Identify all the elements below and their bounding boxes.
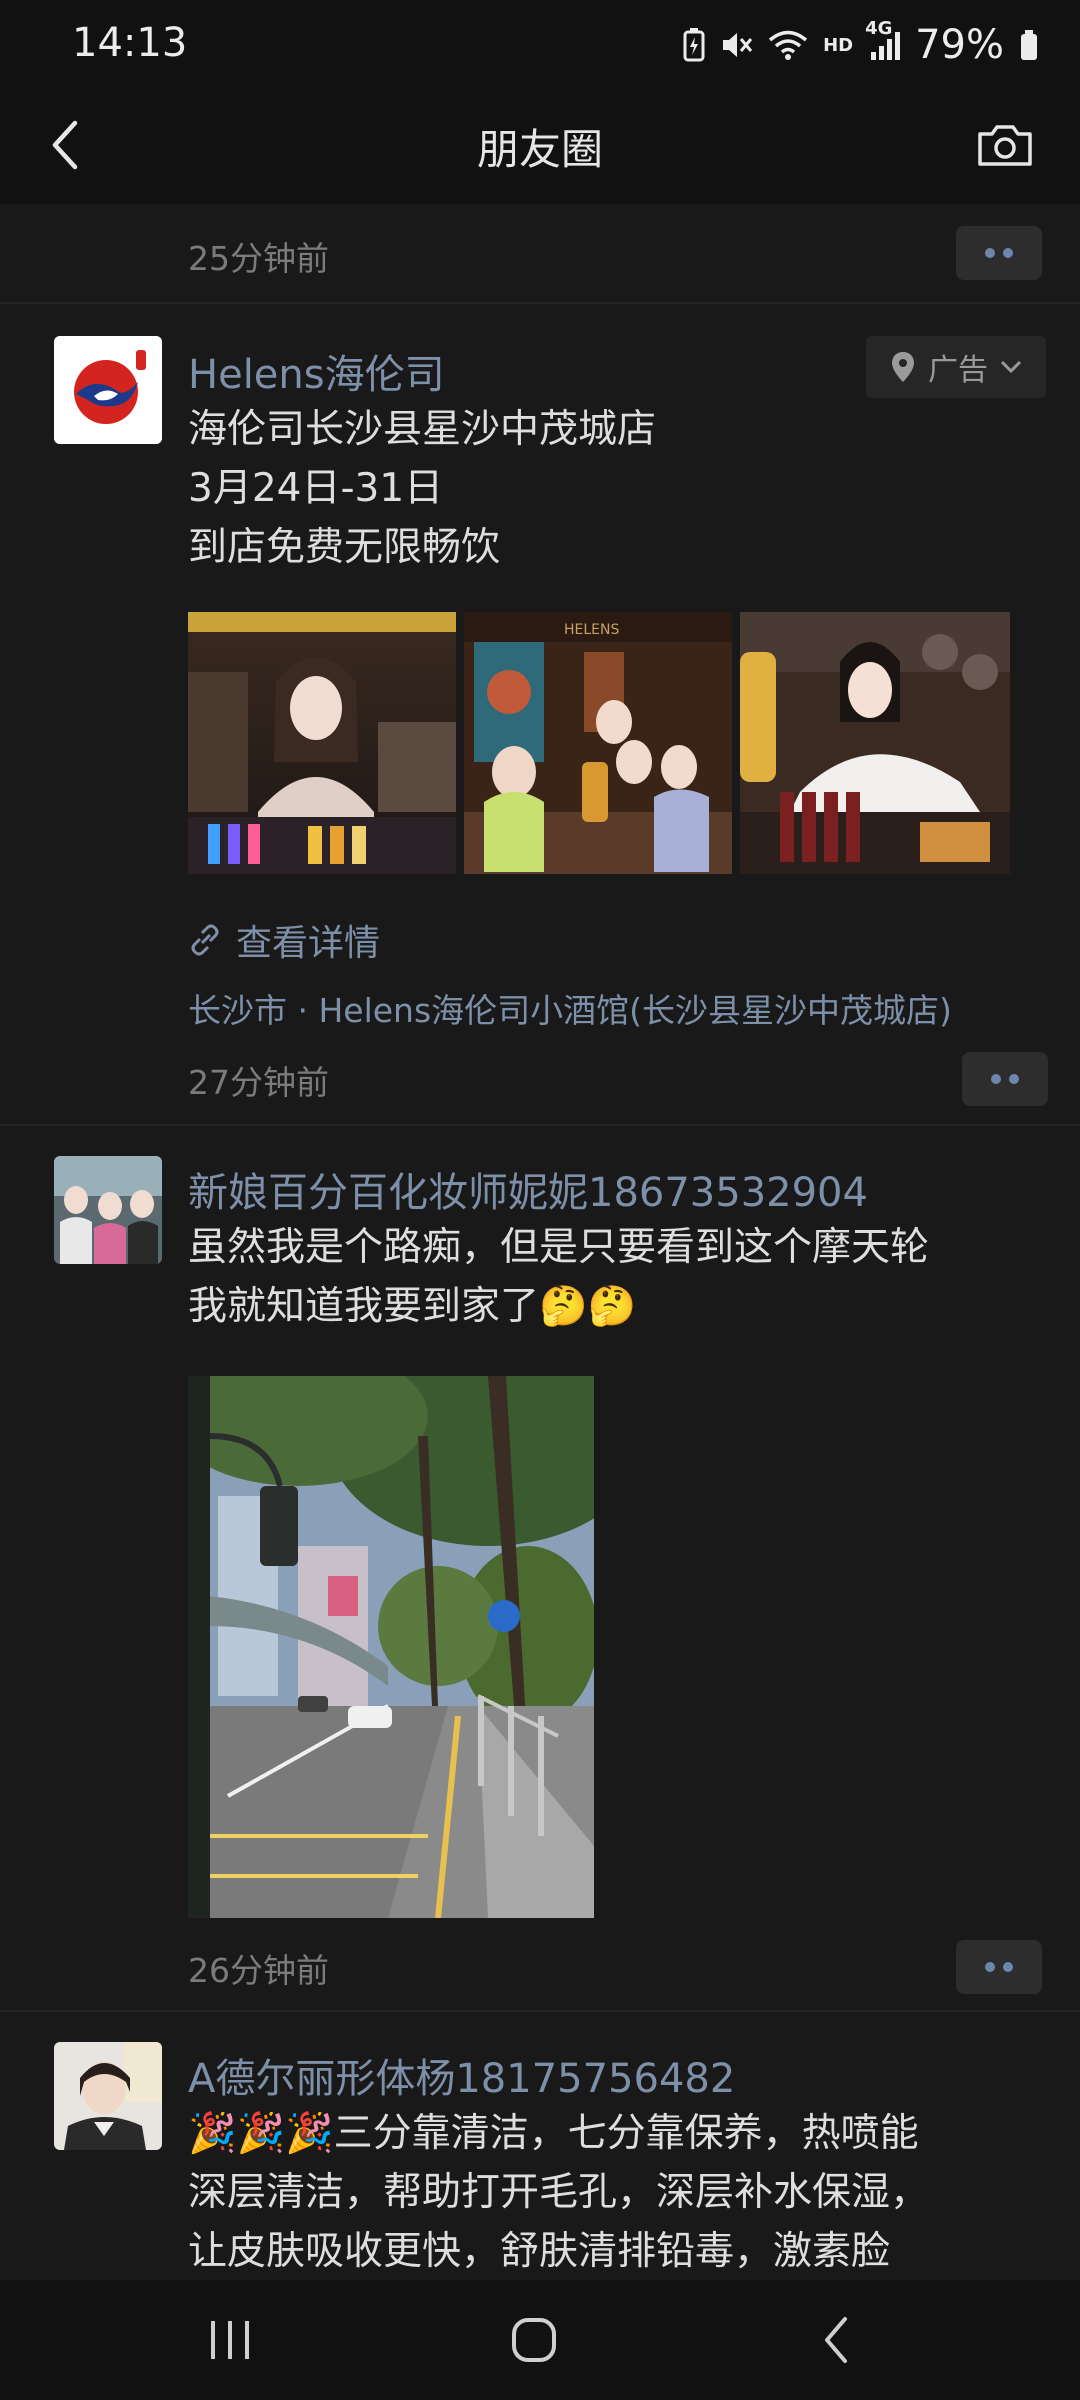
nav-bar: 朋友圈	[0, 86, 1080, 204]
post-time: 25分钟前	[188, 239, 329, 278]
back-arrow-icon	[825, 2317, 847, 2363]
post-text: 虽然我是个路痴，但是只要看到这个摩天轮 我就知道我要到家了🤔🤔	[188, 1218, 1028, 1336]
post-time: 27分钟前	[188, 1063, 329, 1102]
battery-saver-icon	[683, 28, 705, 62]
nickname[interactable]: Helens海伦司	[188, 342, 445, 400]
battery-icon	[1018, 28, 1040, 62]
hd-indicator: HD	[823, 34, 854, 56]
nickname[interactable]: 新娘百分百化妆师妮妮18673532904	[188, 1160, 868, 1218]
view-details-link[interactable]: 查看详情	[188, 914, 380, 966]
post-text-line: 海伦司长沙县星沙中茂城店	[188, 407, 657, 452]
location-pin-icon	[892, 352, 914, 382]
cellular-signal-icon: 4G	[865, 18, 901, 62]
post-text-line: 到店免费无限畅饮	[188, 525, 501, 570]
post-location[interactable]: 长沙市 · Helens海伦司小酒馆(长沙县星沙中茂城店)	[188, 984, 952, 1032]
network-type: 4G	[865, 18, 893, 39]
status-time: 14:13	[72, 20, 188, 66]
post-text-line: 让皮肤吸收更快，舒肤清排铅毒，激素脸	[188, 2229, 891, 2274]
post-makeup-artist: 新娘百分百化妆师妮妮18673532904 虽然我是个路痴，但是只要看到这个摩天…	[0, 1126, 1080, 2010]
helens-logo-icon	[54, 336, 162, 444]
comment-like-button[interactable]	[956, 1940, 1042, 1994]
more-dot-icon	[991, 1074, 1001, 1084]
post-beauty-salon: A德尔丽形体杨18175756482 🎉🎉🎉三分靠清洁，七分靠保养，热喷能 深层…	[0, 2012, 1080, 2280]
post-text-line: 我就知道我要到家了🤔🤔	[188, 1284, 637, 1329]
previous-post-footer: 25分钟前	[0, 204, 1080, 302]
ad-label: 广告	[928, 353, 988, 388]
post-text-line: 3月24日-31日	[188, 466, 444, 511]
battery-percent: 79%	[915, 22, 1004, 68]
more-dot-icon	[1003, 248, 1013, 258]
more-dot-icon	[985, 1962, 995, 1972]
view-details-label: 查看详情	[236, 923, 381, 964]
post-text: 🎉🎉🎉三分靠清洁，七分靠保养，热喷能 深层清洁，帮助打开毛孔，深层补水保湿， 让…	[188, 2104, 1028, 2280]
post-text-line: 深层清洁，帮助打开毛孔，深层补水保湿，	[188, 2170, 930, 2215]
link-icon	[191, 924, 219, 956]
comment-like-button[interactable]	[962, 1052, 1048, 1106]
post-photo[interactable]	[188, 1376, 594, 1918]
ad-badge[interactable]: 广告	[866, 336, 1046, 398]
system-navigation-bar	[0, 2280, 1080, 2400]
post-photo[interactable]: HELENS	[464, 612, 732, 874]
home-button[interactable]	[484, 2308, 584, 2372]
camera-icon	[978, 125, 1032, 166]
nickname[interactable]: A德尔丽形体杨18175756482	[188, 2046, 735, 2104]
status-icons: HD 4G 79%	[683, 18, 1040, 68]
avatar[interactable]	[54, 1156, 162, 1264]
page-title: 朋友圈	[476, 125, 603, 174]
post-time: 26分钟前	[188, 1951, 329, 1990]
system-back-button[interactable]	[786, 2308, 886, 2372]
post-photo[interactable]	[188, 612, 456, 874]
status-bar: 14:13 HD 4G 79%	[0, 0, 1080, 86]
photo-brand-text: HELENS	[564, 622, 619, 638]
more-dot-icon	[1003, 1962, 1013, 1972]
recent-apps-button[interactable]	[180, 2308, 280, 2372]
avatar[interactable]	[54, 336, 162, 444]
mute-icon	[719, 28, 753, 62]
more-dot-icon	[1009, 1074, 1019, 1084]
chevron-down-icon	[1000, 360, 1022, 374]
camera-button[interactable]	[970, 112, 1040, 178]
wifi-icon	[767, 28, 809, 62]
post-text-line: 虽然我是个路痴，但是只要看到这个摩天轮	[188, 1225, 930, 1270]
comment-like-button[interactable]	[956, 226, 1042, 280]
recent-apps-icon	[211, 2321, 249, 2359]
moments-feed[interactable]: 25分钟前 Helens海伦司 广告 海伦司长沙县星沙中茂城店 3月24日-31…	[0, 204, 1080, 2280]
post-text: 海伦司长沙县星沙中茂城店 3月24日-31日 到店免费无限畅饮	[188, 400, 1028, 577]
more-dot-icon	[985, 248, 995, 258]
post-photo[interactable]	[740, 612, 1010, 874]
avatar[interactable]	[54, 2042, 162, 2150]
home-icon	[512, 2318, 556, 2362]
post-text-line: 🎉🎉🎉三分靠清洁，七分靠保养，热喷能	[188, 2111, 919, 2156]
